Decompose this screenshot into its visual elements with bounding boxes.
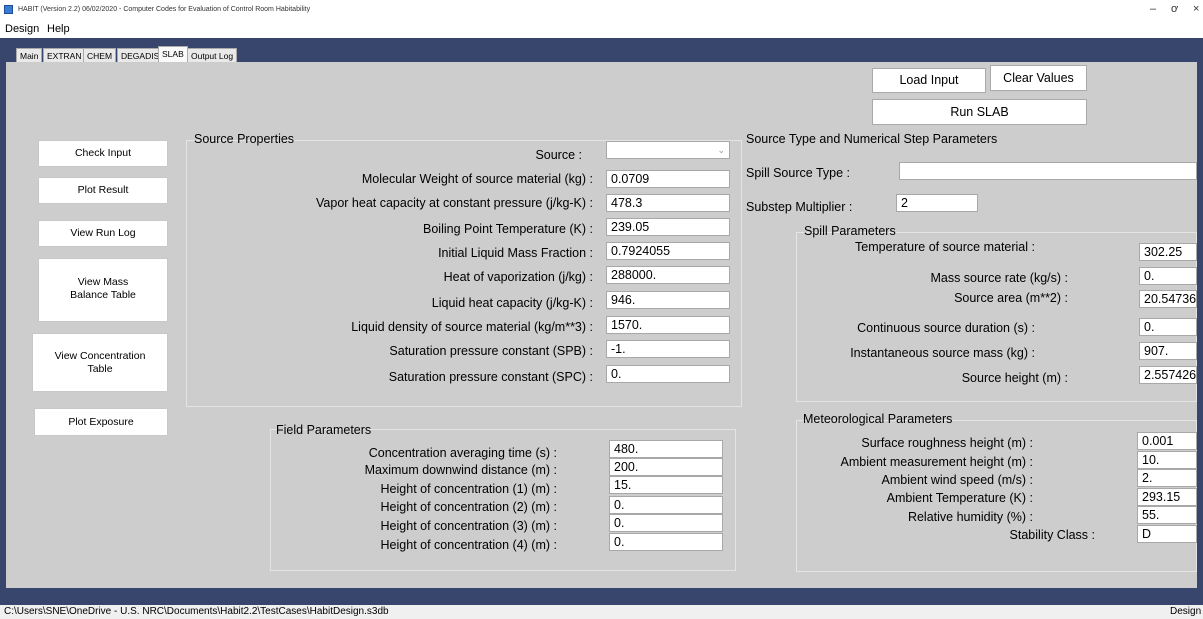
height-conc-3-field[interactable]: 0. bbox=[609, 514, 723, 532]
spill-source-type-label: Spill Source Type : bbox=[746, 166, 850, 180]
source-properties-title: Source Properties bbox=[194, 132, 295, 146]
source-area-label: Source area (m**2) : bbox=[954, 291, 1068, 305]
clear-values-button[interactable]: Clear Values bbox=[990, 65, 1087, 91]
plot-exposure-button[interactable]: Plot Exposure bbox=[34, 408, 168, 436]
measurement-height-label: Ambient measurement height (m) : bbox=[840, 455, 1033, 469]
source-area-field[interactable]: 20.54736 bbox=[1139, 290, 1197, 308]
liquid-density-label: Liquid density of source material (kg/m*… bbox=[351, 320, 593, 334]
maximize-icon[interactable]: ơ bbox=[1171, 3, 1178, 15]
source-select[interactable]: ⌄ bbox=[606, 141, 730, 159]
close-icon[interactable]: × bbox=[1193, 3, 1199, 15]
ambient-temperature-label: Ambient Temperature (K) : bbox=[886, 491, 1033, 505]
boiling-point-label: Boiling Point Temperature (K) : bbox=[423, 222, 593, 236]
source-type-title: Source Type and Numerical Step Parameter… bbox=[746, 132, 998, 146]
continuous-duration-field[interactable]: 0. bbox=[1139, 318, 1197, 336]
vapor-heat-capacity-field[interactable]: 478.3 bbox=[606, 194, 730, 212]
run-slab-button[interactable]: Run SLAB bbox=[872, 99, 1087, 125]
ambient-temperature-field[interactable]: 293.15 bbox=[1137, 488, 1197, 506]
substep-multiplier-field[interactable]: 2 bbox=[896, 194, 978, 212]
relative-humidity-label: Relative humidity (%) : bbox=[907, 510, 1033, 524]
chevron-down-icon: ⌄ bbox=[717, 145, 725, 155]
tab-chem[interactable]: CHEM bbox=[83, 48, 117, 62]
met-parameters-title: Meteorological Parameters bbox=[803, 412, 953, 426]
app-icon bbox=[4, 5, 13, 14]
field-parameters-title: Field Parameters bbox=[276, 423, 372, 437]
status-bar: C:\Users\SNE\OneDrive - U.S. NRC\Documen… bbox=[0, 605, 1203, 619]
view-mass-balance-button[interactable]: View Mass Balance Table bbox=[38, 258, 168, 322]
wind-speed-label: Ambient wind speed (m/s) : bbox=[881, 473, 1033, 487]
status-path: C:\Users\SNE\OneDrive - U.S. NRC\Documen… bbox=[4, 606, 389, 617]
substep-multiplier-label: Substep Multiplier : bbox=[746, 200, 853, 214]
plot-result-button[interactable]: Plot Result bbox=[38, 177, 168, 204]
menu-help[interactable]: Help bbox=[47, 23, 70, 35]
liquid-heat-capacity-label: Liquid heat capacity (j/kg-K) : bbox=[431, 296, 593, 310]
height-conc-2-label: Height of concentration (2) (m) : bbox=[380, 500, 557, 514]
source-temperature-label: Temperature of source material : bbox=[855, 240, 1035, 254]
tab-output-log[interactable]: Output Log bbox=[187, 48, 238, 62]
stability-class-field[interactable]: D bbox=[1137, 525, 1197, 543]
spc-field[interactable]: 0. bbox=[606, 365, 730, 383]
vapor-heat-capacity-label: Vapor heat capacity at constant pressure… bbox=[316, 196, 593, 210]
tab-slab[interactable]: SLAB bbox=[158, 46, 188, 63]
averaging-time-label: Concentration averaging time (s) : bbox=[368, 446, 557, 460]
menu-bar: Design Help bbox=[0, 22, 1203, 38]
surface-roughness-label: Surface roughness height (m) : bbox=[861, 436, 1033, 450]
molecular-weight-field[interactable]: 0.0709 bbox=[606, 170, 730, 188]
heat-of-vaporization-label: Heat of vaporization (j/kg) : bbox=[443, 270, 593, 284]
spill-source-type-field[interactable] bbox=[899, 162, 1197, 180]
source-height-field[interactable]: 2.557426 bbox=[1139, 366, 1197, 384]
height-conc-2-field[interactable]: 0. bbox=[609, 496, 723, 514]
liquid-mass-fraction-field[interactable]: 0.7924055 bbox=[606, 242, 730, 260]
source-label: Source : bbox=[535, 148, 582, 162]
check-input-button[interactable]: Check Input bbox=[38, 140, 168, 167]
view-concentration-button[interactable]: View Concentration Table bbox=[32, 333, 168, 392]
spill-parameters-title: Spill Parameters bbox=[804, 224, 896, 238]
status-mode: Design bbox=[1170, 606, 1202, 617]
source-height-label: Source height (m) : bbox=[961, 371, 1068, 385]
height-conc-4-label: Height of concentration (4) (m) : bbox=[380, 538, 557, 552]
height-conc-1-label: Height of concentration (1) (m) : bbox=[380, 482, 557, 496]
menu-design[interactable]: Design bbox=[5, 23, 39, 35]
load-input-button[interactable]: Load Input bbox=[872, 68, 986, 93]
tab-main[interactable]: Main bbox=[16, 48, 43, 62]
max-downwind-field[interactable]: 200. bbox=[609, 458, 723, 476]
stability-class-label: Stability Class : bbox=[1009, 528, 1095, 542]
minimize-icon[interactable]: – bbox=[1150, 3, 1156, 15]
molecular-weight-label: Molecular Weight of source material (kg)… bbox=[361, 172, 593, 186]
heat-of-vaporization-field[interactable]: 288000. bbox=[606, 266, 730, 284]
title-bar: HABIT (Version 2.2) 06/02/2020 - Compute… bbox=[0, 0, 1203, 22]
spc-label: Saturation pressure constant (SPC) : bbox=[388, 370, 593, 384]
mass-source-rate-field[interactable]: 0. bbox=[1139, 267, 1197, 285]
source-temperature-field[interactable]: 302.25 bbox=[1139, 243, 1197, 261]
instantaneous-mass-field[interactable]: 907. bbox=[1139, 342, 1197, 360]
tab-degadis[interactable]: DEGADIS bbox=[117, 48, 164, 62]
window-title: HABIT (Version 2.2) 06/02/2020 - Compute… bbox=[18, 6, 311, 13]
wind-speed-field[interactable]: 2. bbox=[1137, 469, 1197, 487]
averaging-time-field[interactable]: 480. bbox=[609, 440, 723, 458]
height-conc-1-field[interactable]: 15. bbox=[609, 476, 723, 494]
spb-label: Saturation pressure constant (SPB) : bbox=[389, 344, 593, 358]
view-run-log-button[interactable]: View Run Log bbox=[38, 220, 168, 247]
boiling-point-field[interactable]: 239.05 bbox=[606, 218, 730, 236]
max-downwind-label: Maximum downwind distance (m) : bbox=[364, 463, 557, 477]
measurement-height-field[interactable]: 10. bbox=[1137, 451, 1197, 469]
liquid-mass-fraction-label: Initial Liquid Mass Fraction : bbox=[438, 246, 593, 260]
tab-extran[interactable]: EXTRAN bbox=[43, 48, 86, 62]
relative-humidity-field[interactable]: 55. bbox=[1137, 506, 1197, 524]
height-conc-4-field[interactable]: 0. bbox=[609, 533, 723, 551]
mass-source-rate-label: Mass source rate (kg/s) : bbox=[930, 271, 1068, 285]
liquid-density-field[interactable]: 1570. bbox=[606, 316, 730, 334]
continuous-duration-label: Continuous source duration (s) : bbox=[857, 321, 1035, 335]
liquid-heat-capacity-field[interactable]: 946. bbox=[606, 291, 730, 309]
height-conc-3-label: Height of concentration (3) (m) : bbox=[380, 519, 557, 533]
instantaneous-mass-label: Instantaneous source mass (kg) : bbox=[850, 346, 1035, 360]
slab-panel: Load Input Clear Values Run SLAB Check I… bbox=[6, 62, 1197, 588]
surface-roughness-field[interactable]: 0.001 bbox=[1137, 432, 1197, 450]
spb-field[interactable]: -1. bbox=[606, 340, 730, 358]
